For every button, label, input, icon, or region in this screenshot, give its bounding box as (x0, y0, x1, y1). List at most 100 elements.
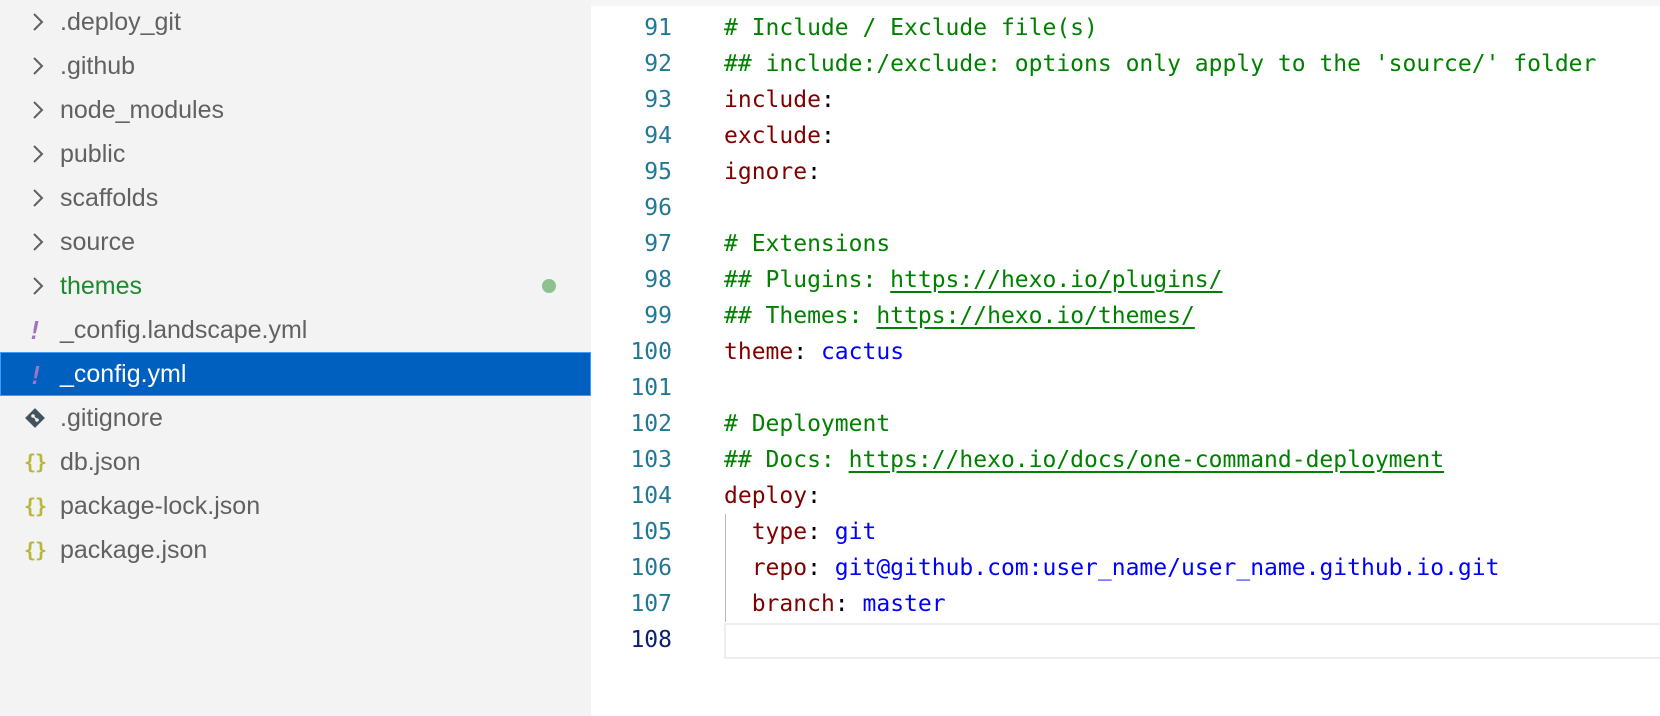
code-text: exclude: (724, 118, 835, 154)
line-number: 101 (630, 375, 672, 401)
yaml-colon: : (807, 159, 821, 185)
code-line[interactable]: 100 theme: cactus (591, 334, 1660, 370)
code-link[interactable]: https://hexo.io/plugins/ (890, 267, 1222, 293)
yaml-colon: : (820, 87, 835, 113)
code-line[interactable]: 96 (591, 190, 1660, 226)
line-number: 103 (630, 447, 672, 473)
code-line[interactable]: 108 (591, 622, 1660, 659)
explorer-item-public[interactable]: public (0, 132, 591, 176)
explorer-item-label: package-lock.json (60, 492, 261, 520)
yaml-key: theme (724, 339, 794, 365)
explorer-item-themes[interactable]: themes (0, 264, 591, 308)
code-comment: ## Themes: (724, 303, 877, 329)
explorer-item-deploy-git[interactable]: .deploy_git (0, 0, 591, 44)
explorer-item-label: node_modules (60, 96, 225, 124)
chevron-right-icon[interactable] (28, 88, 48, 132)
chevron-right-icon[interactable] (28, 132, 48, 176)
chevron-right-icon[interactable] (28, 0, 48, 44)
explorer-item-label: .deploy_git (60, 8, 181, 36)
explorer-item-db-json[interactable]: {} db.json (0, 440, 591, 484)
yaml-colon: : (807, 519, 835, 545)
code-text: ## Docs: https://hexo.io/docs/one-comman… (724, 442, 1444, 478)
code-line[interactable]: 104 deploy: (591, 478, 1660, 514)
yaml-colon: : (834, 591, 863, 617)
code-lines: 91 # Include / Exclude file(s) 92 ## includ… (591, 10, 1660, 659)
explorer-item-label: _config.landscape.yml (60, 316, 308, 344)
explorer-item-package-lock-json[interactable]: {} package-lock.json (0, 484, 591, 528)
code-line[interactable]: 92 ## include:/exclude: options only appl… (591, 46, 1660, 82)
yaml-file-icon: ! (28, 360, 44, 390)
code-text: theme: cactus (724, 334, 904, 370)
code-line[interactable]: 105 type: git (591, 514, 1660, 550)
explorer-item-label: source (60, 228, 136, 256)
code-text: include: (724, 82, 835, 118)
json-file-icon: {} (23, 538, 47, 562)
yaml-colon: : (820, 123, 835, 149)
chevron-right-icon[interactable] (28, 264, 48, 308)
code-text: # Include / Exclude file(s) (724, 10, 1098, 46)
explorer-item-label: db.json (60, 448, 141, 476)
explorer-item-gitignore[interactable]: .gitignore (0, 396, 591, 440)
git-file-icon (22, 396, 48, 440)
line-number: 95 (644, 159, 672, 185)
code-text: type: git (724, 514, 877, 550)
explorer-item-label: .github (60, 52, 136, 80)
code-line[interactable]: 98 ## Plugins: https://hexo.io/plugins/ (591, 262, 1660, 298)
line-number: 94 (644, 123, 672, 149)
code-link[interactable]: https://hexo.io/themes/ (876, 303, 1195, 329)
yaml-key: include (724, 87, 821, 113)
chevron-right-icon[interactable] (28, 44, 48, 88)
chevron-right-icon[interactable] (28, 176, 48, 220)
code-line[interactable]: 103 ## Docs: https://hexo.io/docs/one-com… (591, 442, 1660, 478)
explorer-item-scaffolds[interactable]: scaffolds (0, 176, 591, 220)
code-line[interactable]: 94 exclude: (591, 118, 1660, 154)
yaml-key: type (751, 519, 808, 545)
code-comment: ## Plugins: (724, 267, 891, 293)
chevron-right-icon[interactable] (28, 220, 48, 264)
code-text: # Deployment (724, 406, 890, 442)
explorer-item-label: public (60, 140, 126, 168)
yaml-colon: : (807, 555, 835, 581)
code-line[interactable]: 102 # Deployment (591, 406, 1660, 442)
explorer-item-node-modules[interactable]: node_modules (0, 88, 591, 132)
code-line[interactable]: 106 repo: git@github.com:user_name/user_… (591, 550, 1660, 586)
line-number: 108 (630, 627, 672, 653)
code-text: deploy: (724, 478, 821, 514)
json-file-icon: {} (23, 450, 47, 474)
yaml-key: branch (751, 591, 835, 617)
explorer-item-config-landscape-yml[interactable]: ! _config.landscape.yml (0, 308, 591, 352)
explorer-item-label: _config.yml (60, 360, 187, 388)
explorer-item-github[interactable]: .github (0, 44, 591, 88)
code-line[interactable]: 95 ignore: (591, 154, 1660, 190)
yaml-colon: : (793, 339, 821, 365)
json-file-icon: {} (23, 494, 47, 518)
code-comment: # Extensions (724, 231, 891, 257)
yaml-value: master (862, 591, 946, 617)
code-link[interactable]: https://hexo.io/docs/one-command-deploym… (849, 447, 1444, 473)
code-text: # Extensions (724, 226, 890, 262)
code-line[interactable]: 93 include: (591, 82, 1660, 118)
code-line[interactable]: 99 ## Themes: https://hexo.io/themes/ (591, 298, 1660, 334)
line-number: 96 (644, 195, 672, 221)
code-editor[interactable]: 91 # Include / Exclude file(s) 92 ## includ… (591, 0, 1660, 716)
vscode-window: .deploy_git .github node_modulespublic scaf… (0, 0, 1660, 716)
code-comment: ## Docs: (724, 447, 849, 473)
yaml-key: exclude (724, 123, 821, 149)
explorer-item-source[interactable]: source (0, 220, 591, 264)
code-text: branch: master (724, 586, 946, 622)
yaml-key: deploy (724, 483, 808, 509)
code-text: ## include:/exclude: options only apply … (724, 46, 1596, 82)
explorer-item-label: scaffolds (60, 184, 159, 212)
explorer-item-config-yml[interactable]: ! _config.yml (0, 352, 591, 396)
code-line[interactable]: 97 # Extensions (591, 226, 1660, 262)
yaml-value: git@github.com:user_name/user_name.githu… (834, 555, 1500, 581)
code-line[interactable]: 107 branch: master (591, 586, 1660, 622)
explorer-item-package-json[interactable]: {} package.json (0, 528, 591, 572)
line-number: 104 (630, 483, 672, 509)
code-line[interactable]: 91 # Include / Exclude file(s) (591, 10, 1660, 46)
code-line[interactable]: 101 (591, 370, 1660, 406)
code-comment: # Include / Exclude file(s) (724, 15, 1098, 41)
